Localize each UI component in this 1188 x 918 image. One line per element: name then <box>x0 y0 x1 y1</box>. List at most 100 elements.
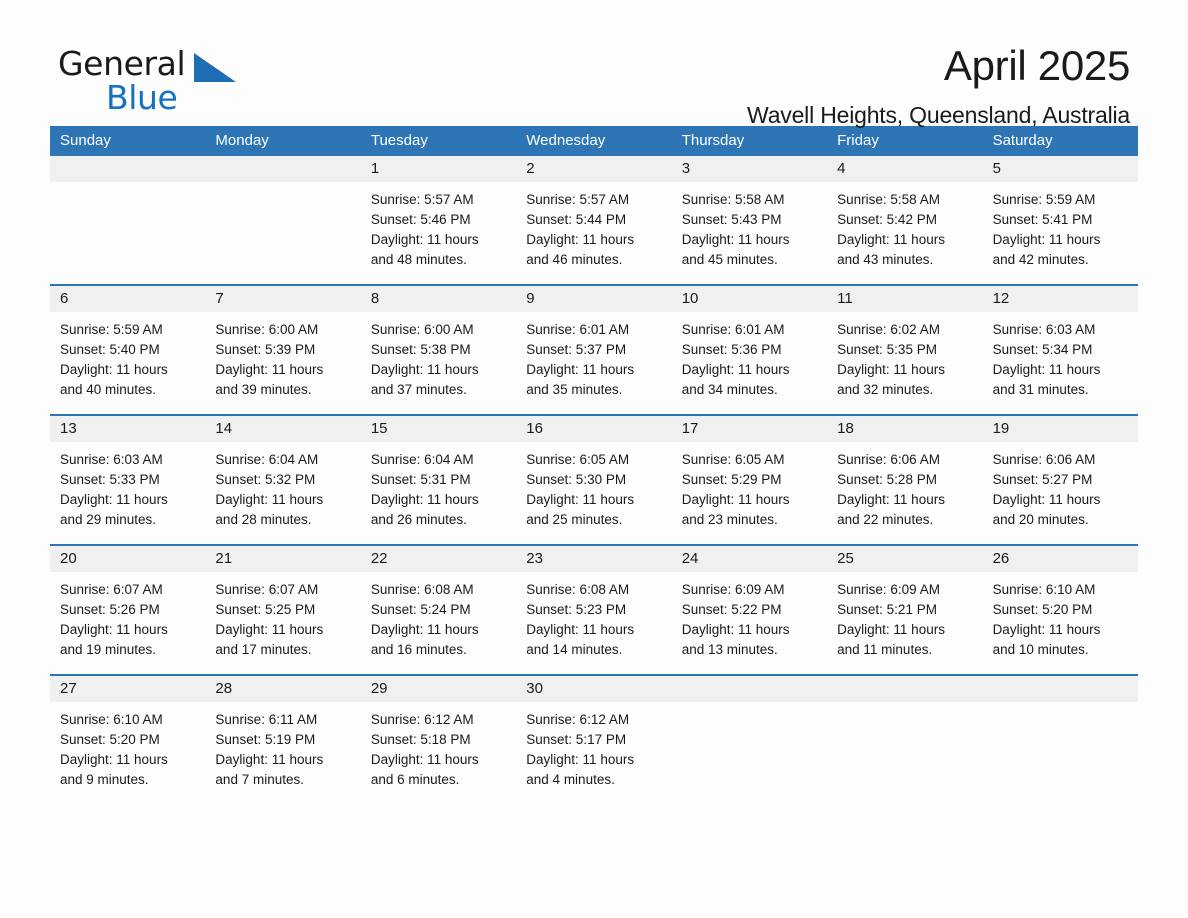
sunset-text: Sunset: 5:24 PM <box>370 602 471 617</box>
day-sun-info: Sunrise: 5:57 AM Sunset: 5:44 PM Daylight:… <box>516 182 671 270</box>
sunrise-text: Sunrise: 6:04 AM <box>370 452 474 467</box>
sunset-text: Sunset: 5:36 PM <box>681 342 782 357</box>
day-sun-info: Sunrise: 5:57 AM Sunset: 5:46 PM Daylight:… <box>361 182 516 270</box>
calendar-day-cell[interactable]: 3 Sunrise: 5:58 AM Sunset: 5:43 PM Daylight… <box>671 156 828 276</box>
sunset-text: Sunset: 5:43 PM <box>681 212 782 227</box>
day-sun-info: Sunrise: 6:04 AM Sunset: 5:31 PM Daylight:… <box>361 442 516 530</box>
day-number: 9 <box>516 286 672 312</box>
daylight-text-line2: and 17 minutes. <box>215 642 312 657</box>
calendar-day-cell[interactable]: 23 Sunrise: 6:08 AM Sunset: 5:23 PM Dayligh… <box>516 546 672 666</box>
title-block: April 2025 Wavell Heights, Queensland, A… <box>747 42 1138 130</box>
daylight-text-line1: Daylight: 11 hours <box>681 232 790 247</box>
day-sun-info: Sunrise: 5:59 AM Sunset: 5:40 PM Daylight:… <box>50 312 205 400</box>
calendar-week-row: 13 Sunrise: 6:03 AM Sunset: 5:33 PM Dayligh… <box>50 414 1138 536</box>
daylight-text-line1: Daylight: 11 hours <box>370 492 479 507</box>
daylight-text-line1: Daylight: 11 hours <box>60 492 168 507</box>
daylight-text-line1: Daylight: 11 hours <box>370 622 479 637</box>
day-sun-info: Sunrise: 6:12 AM Sunset: 5:18 PM Daylight:… <box>361 702 516 790</box>
day-sun-info: Sunrise: 5:59 AM Sunset: 5:41 PM Daylight:… <box>983 182 1138 270</box>
calendar-day-cell[interactable]: 10 Sunrise: 6:01 AM Sunset: 5:36 PM Dayligh… <box>671 286 828 406</box>
sunset-text: Sunset: 5:20 PM <box>60 732 160 747</box>
daylight-text-line2: and 46 minutes. <box>526 252 623 267</box>
calendar-day-cell[interactable]: 15 Sunrise: 6:04 AM Sunset: 5:31 PM Dayligh… <box>360 416 517 536</box>
day-sun-info: Sunrise: 6:09 AM Sunset: 5:21 PM Daylight:… <box>827 572 982 660</box>
calendar-day-cell[interactable]: 30 Sunrise: 6:12 AM Sunset: 5:17 PM Dayligh… <box>516 676 672 796</box>
calendar-day-cell[interactable]: 1 Sunrise: 5:57 AM Sunset: 5:46 PM Daylight… <box>360 156 517 276</box>
sunset-text: Sunset: 5:35 PM <box>837 342 937 357</box>
calendar-day-cell[interactable]: 12 Sunrise: 6:03 AM Sunset: 5:34 PM Dayligh… <box>982 286 1138 406</box>
day-number: 8 <box>360 286 517 312</box>
calendar-day-cell[interactable]: 7 Sunrise: 6:00 AM Sunset: 5:39 PM Daylight… <box>205 286 361 406</box>
calendar-day-cell[interactable]: 5 Sunrise: 5:59 AM Sunset: 5:41 PM Daylight… <box>982 156 1138 276</box>
day-number: 15 <box>360 416 517 442</box>
daylight-text-line1: Daylight: 11 hours <box>526 492 635 507</box>
day-number: 18 <box>827 416 983 442</box>
day-number: 11 <box>827 286 983 312</box>
day-number: 26 <box>982 546 1138 572</box>
calendar-day-cell[interactable]: 17 Sunrise: 6:05 AM Sunset: 5:29 PM Dayligh… <box>671 416 828 536</box>
daylight-text-line1: Daylight: 11 hours <box>215 622 324 637</box>
dow-monday: Monday <box>215 132 269 149</box>
sunset-text: Sunset: 5:34 PM <box>992 342 1093 357</box>
sunset-text: Sunset: 5:22 PM <box>681 602 782 617</box>
calendar-day-cell[interactable]: 11 Sunrise: 6:02 AM Sunset: 5:35 PM Dayligh… <box>827 286 983 406</box>
calendar-day-cell[interactable]: 21 Sunrise: 6:07 AM Sunset: 5:25 PM Dayligh… <box>205 546 361 666</box>
daylight-text-line2: and 37 minutes. <box>370 382 467 397</box>
day-sun-info: Sunrise: 6:04 AM Sunset: 5:32 PM Daylight:… <box>205 442 360 530</box>
sunrise-text: Sunrise: 6:02 AM <box>837 322 940 337</box>
daylight-text-line1: Daylight: 11 hours <box>681 622 790 637</box>
calendar-day-cell[interactable]: 8 Sunrise: 6:00 AM Sunset: 5:38 PM Daylight… <box>360 286 517 406</box>
calendar-day-cell[interactable]: 25 Sunrise: 6:09 AM Sunset: 5:21 PM Dayligh… <box>827 546 983 666</box>
calendar-day-cell[interactable]: 26 Sunrise: 6:10 AM Sunset: 5:20 PM Dayligh… <box>982 546 1138 666</box>
day-number <box>50 156 206 182</box>
sunset-text: Sunset: 5:32 PM <box>215 472 316 487</box>
calendar-day-cell[interactable]: 13 Sunrise: 6:03 AM Sunset: 5:33 PM Dayligh… <box>50 416 206 536</box>
calendar-day-cell[interactable]: 14 Sunrise: 6:04 AM Sunset: 5:32 PM Dayligh… <box>205 416 361 536</box>
day-number: 6 <box>50 286 206 312</box>
daylight-text-line2: and 34 minutes. <box>681 382 778 397</box>
day-sun-info: Sunrise: 6:10 AM Sunset: 5:20 PM Daylight:… <box>983 572 1138 660</box>
day-sun-info: Sunrise: 6:11 AM Sunset: 5:19 PM Daylight:… <box>205 702 360 790</box>
calendar-day-cell[interactable]: 29 Sunrise: 6:12 AM Sunset: 5:18 PM Dayligh… <box>360 676 517 796</box>
daylight-text-line1: Daylight: 11 hours <box>60 622 168 637</box>
calendar-page: General Blue April 2025 Wavell Heights, … <box>0 0 1188 918</box>
calendar-day-cell[interactable]: 2 Sunrise: 5:57 AM Sunset: 5:44 PM Daylight… <box>516 156 672 276</box>
day-sun-info: Sunrise: 6:00 AM Sunset: 5:39 PM Daylight:… <box>205 312 360 400</box>
calendar-day-cell[interactable]: 28 Sunrise: 6:11 AM Sunset: 5:19 PM Dayligh… <box>205 676 361 796</box>
daylight-text-line2: and 25 minutes. <box>526 512 623 527</box>
daylight-text-line1: Daylight: 11 hours <box>526 622 635 637</box>
sunset-text: Sunset: 5:31 PM <box>370 472 471 487</box>
daylight-text-line1: Daylight: 11 hours <box>370 232 479 247</box>
logo-text-blue: Blue <box>106 78 178 117</box>
calendar-day-cell[interactable]: 22 Sunrise: 6:08 AM Sunset: 5:24 PM Dayligh… <box>360 546 517 666</box>
day-number: 3 <box>671 156 828 182</box>
sunset-text: Sunset: 5:27 PM <box>992 472 1093 487</box>
sunrise-text: Sunrise: 6:08 AM <box>370 582 474 597</box>
sunset-text: Sunset: 5:33 PM <box>60 472 160 487</box>
daylight-text-line1: Daylight: 11 hours <box>681 362 790 377</box>
daylight-text-line1: Daylight: 11 hours <box>215 752 324 767</box>
calendar-day-cell[interactable]: 16 Sunrise: 6:05 AM Sunset: 5:30 PM Dayligh… <box>516 416 672 536</box>
daylight-text-line2: and 45 minutes. <box>681 252 778 267</box>
calendar-day-cell[interactable]: 20 Sunrise: 6:07 AM Sunset: 5:26 PM Dayligh… <box>50 546 206 666</box>
daylight-text-line1: Daylight: 11 hours <box>992 362 1101 377</box>
calendar-day-cell[interactable]: 19 Sunrise: 6:06 AM Sunset: 5:27 PM Dayligh… <box>982 416 1138 536</box>
daylight-text-line2: and 23 minutes. <box>681 512 778 527</box>
sunrise-text: Sunrise: 6:05 AM <box>526 452 630 467</box>
sunrise-text: Sunrise: 5:59 AM <box>60 322 163 337</box>
calendar-day-cell-empty <box>982 676 1138 796</box>
calendar-day-cell[interactable]: 24 Sunrise: 6:09 AM Sunset: 5:22 PM Dayligh… <box>671 546 828 666</box>
daylight-text-line1: Daylight: 11 hours <box>526 752 635 767</box>
calendar-day-cell[interactable]: 27 Sunrise: 6:10 AM Sunset: 5:20 PM Dayligh… <box>50 676 206 796</box>
sunrise-text: Sunrise: 6:07 AM <box>215 582 319 597</box>
day-number: 5 <box>982 156 1138 182</box>
calendar-day-cell[interactable]: 4 Sunrise: 5:58 AM Sunset: 5:42 PM Daylight… <box>827 156 983 276</box>
calendar-day-cell[interactable]: 9 Sunrise: 6:01 AM Sunset: 5:37 PM Daylight… <box>516 286 672 406</box>
calendar-day-cell-empty <box>50 156 206 276</box>
generalblue-logo[interactable]: General Blue <box>50 42 250 122</box>
daylight-text-line2: and 16 minutes. <box>370 642 467 657</box>
day-number: 24 <box>671 546 828 572</box>
sunset-text: Sunset: 5:44 PM <box>526 212 627 227</box>
calendar-day-cell[interactable]: 18 Sunrise: 6:06 AM Sunset: 5:28 PM Dayligh… <box>827 416 983 536</box>
calendar-day-cell[interactable]: 6 Sunrise: 5:59 AM Sunset: 5:40 PM Daylight… <box>50 286 206 406</box>
